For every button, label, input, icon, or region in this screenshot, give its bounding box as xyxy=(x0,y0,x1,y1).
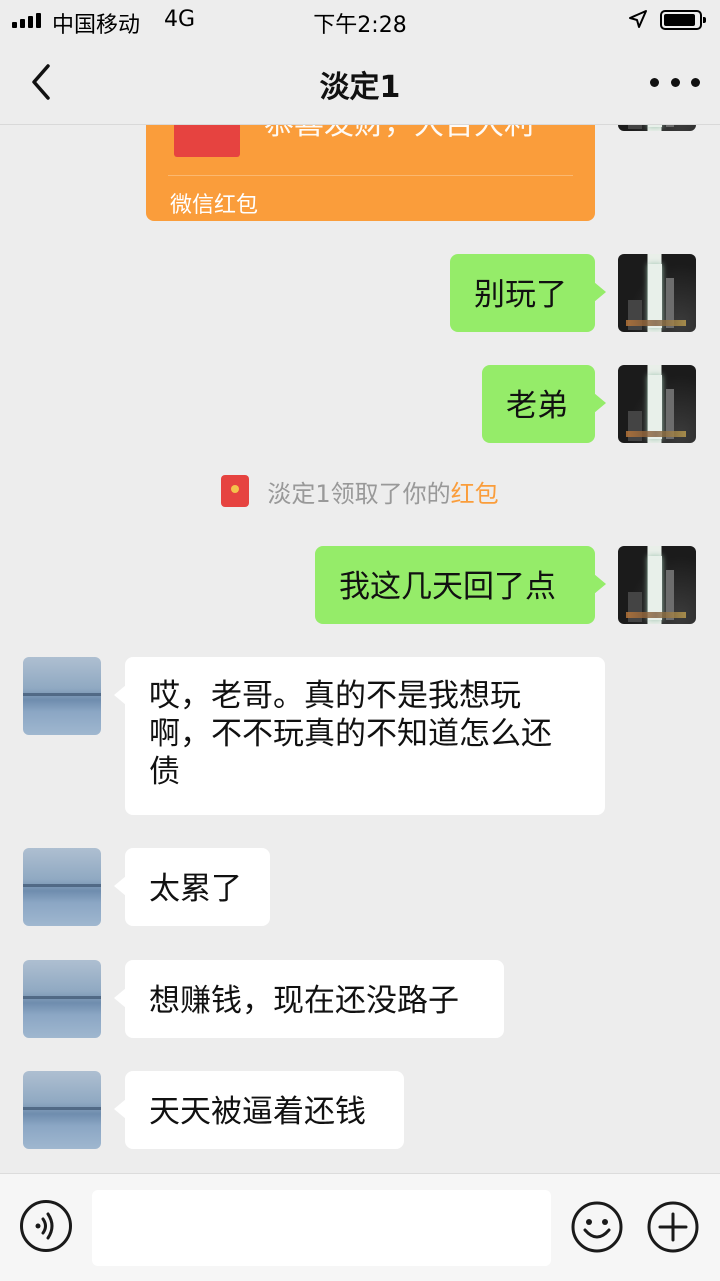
message-text: 哎，老哥。真的不是我想玩啊，不不玩真的不知道怎么还债 xyxy=(149,678,552,790)
message-input[interactable] xyxy=(92,1190,551,1266)
message-text: 天天被逼着还钱 xyxy=(149,1094,366,1130)
message-text: 我这几天回了点 xyxy=(339,569,556,605)
contact-avatar[interactable] xyxy=(23,1071,101,1149)
red-packet-label: 微信红包 xyxy=(170,193,259,218)
battery-icon xyxy=(660,10,706,30)
divider xyxy=(168,175,573,176)
status-time: 下午2:28 xyxy=(313,13,407,38)
message-text: 别玩了 xyxy=(474,277,567,313)
message-text: 想赚钱，现在还没路子 xyxy=(149,983,459,1019)
sent-message[interactable]: 我这几天回了点 xyxy=(315,546,606,624)
red-packet-icon xyxy=(221,475,250,507)
message-list[interactable]: 恭喜发财，大吉大利 微信红包 别玩了 老弟 淡定1领取了你的红包 我这几天回了点… xyxy=(0,125,720,1173)
my-avatar[interactable] xyxy=(618,254,696,332)
red-packet-text: 恭喜发财，大吉大利 xyxy=(264,125,534,143)
chat-title: 淡定1 xyxy=(319,70,401,105)
red-packet-link[interactable]: 红包 xyxy=(451,474,499,509)
received-message[interactable]: 天天被逼着还钱 xyxy=(114,1071,404,1149)
my-avatar[interactable] xyxy=(618,125,696,131)
my-avatar[interactable] xyxy=(618,365,696,443)
voice-icon[interactable] xyxy=(20,1200,72,1252)
system-message: 淡定1领取了你的 红包 xyxy=(0,473,720,509)
message-text: 老弟 xyxy=(506,388,568,424)
red-packet-message[interactable]: 恭喜发财，大吉大利 微信红包 xyxy=(146,125,595,221)
contact-avatar[interactable] xyxy=(23,848,101,926)
more-dots-icon[interactable] xyxy=(650,58,700,106)
system-text: 淡定1领取了你的 xyxy=(267,479,451,508)
input-bar xyxy=(0,1173,720,1281)
my-avatar[interactable] xyxy=(618,546,696,624)
chat-header: 淡定1 xyxy=(0,40,720,125)
red-packet-icon xyxy=(174,125,240,157)
contact-avatar[interactable] xyxy=(23,960,101,1038)
emoji-icon[interactable] xyxy=(570,1200,624,1254)
sent-message[interactable]: 别玩了 xyxy=(450,254,606,332)
received-message[interactable]: 想赚钱，现在还没路子 xyxy=(114,960,504,1038)
received-message[interactable]: 哎，老哥。真的不是我想玩啊，不不玩真的不知道怎么还债 xyxy=(114,657,605,815)
received-message[interactable]: 太累了 xyxy=(114,848,270,926)
plus-icon[interactable] xyxy=(646,1200,700,1254)
sent-message[interactable]: 老弟 xyxy=(482,365,606,443)
status-bar: 中国移动 4G 下午2:28 xyxy=(0,0,720,40)
location-icon xyxy=(628,9,648,35)
message-text: 太累了 xyxy=(149,871,242,907)
contact-avatar[interactable] xyxy=(23,657,101,735)
